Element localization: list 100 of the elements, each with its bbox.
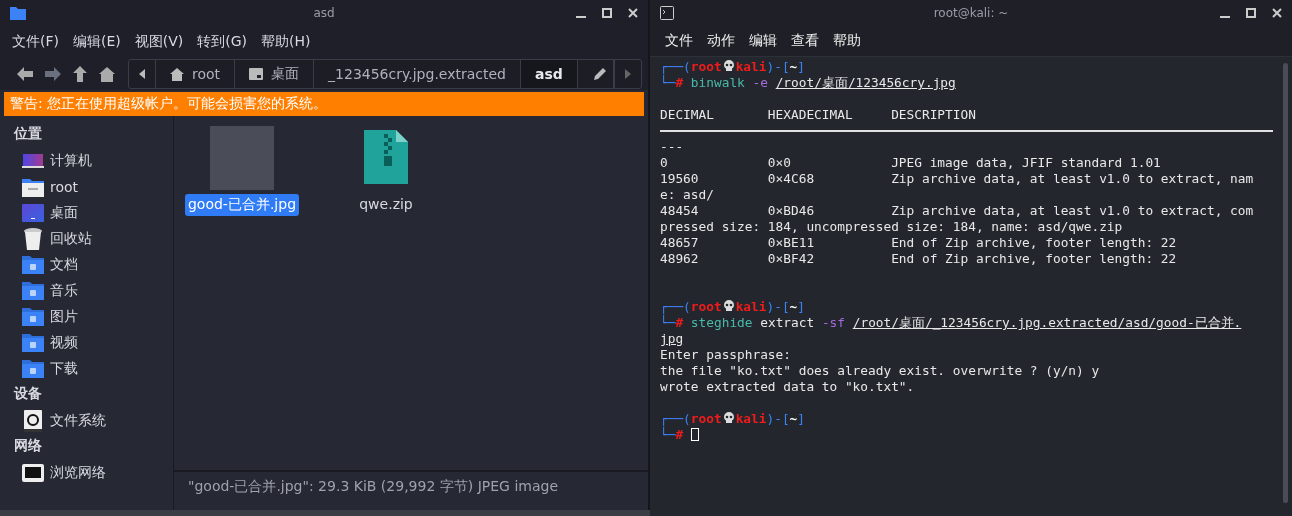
forward-arrow-icon[interactable] bbox=[44, 66, 62, 82]
prompt-frame: ] bbox=[797, 411, 806, 426]
file-item[interactable]: good-已合并.jpg bbox=[184, 126, 300, 216]
menu-item[interactable]: 编辑(E) bbox=[73, 33, 121, 51]
terminal-output: --- bbox=[660, 139, 684, 154]
prompt-frame: └─ bbox=[660, 75, 676, 90]
drive-icon bbox=[22, 410, 44, 432]
window-title: root@kali: ~ bbox=[933, 6, 1009, 20]
left-arrow-icon bbox=[139, 69, 145, 79]
folder-icon bbox=[22, 282, 44, 300]
command-argument: extract bbox=[760, 315, 815, 330]
maximize-icon[interactable] bbox=[1246, 8, 1256, 18]
menu-item[interactable]: 动作 bbox=[707, 32, 735, 50]
terminal-output: pressed size: 184, uncompressed size: 184, name: asd/qwe.zip bbox=[660, 219, 1123, 234]
file-item[interactable]: qwe.zip bbox=[328, 126, 444, 214]
right-arrow-icon bbox=[625, 69, 631, 79]
sidebar-item[interactable]: root bbox=[14, 174, 173, 200]
sidebar-item[interactable]: 浏览网络 bbox=[14, 460, 173, 486]
image-thumbnail bbox=[210, 126, 274, 190]
pencil-icon bbox=[593, 67, 607, 81]
menu-item[interactable]: 帮助(H) bbox=[261, 33, 311, 51]
warning-banner: 警告: 您正在使用超级帐户。可能会损害您的系统。 bbox=[4, 92, 644, 116]
computer-icon bbox=[22, 153, 44, 169]
sidebar-item[interactable]: 音乐 bbox=[14, 278, 173, 304]
menu-item[interactable]: 帮助 bbox=[833, 32, 861, 50]
file-name: good-已合并.jpg bbox=[184, 194, 300, 216]
sidebar-item[interactable]: 视频 bbox=[14, 330, 173, 356]
prompt-frame: )-[ bbox=[766, 299, 790, 314]
menu-item[interactable]: 文件 bbox=[665, 32, 693, 50]
prompt-frame: )-[ bbox=[766, 59, 790, 74]
prompt-host: kali bbox=[735, 59, 767, 74]
command-name: binwalk bbox=[690, 75, 745, 90]
prompt-host: kali bbox=[735, 299, 767, 314]
prompt-frame: ] bbox=[797, 59, 806, 74]
sidebar-heading: 网络 bbox=[14, 436, 43, 455]
desktop-icon bbox=[249, 68, 264, 80]
prompt-user: root bbox=[690, 411, 722, 426]
sidebar-item[interactable]: 回收站 bbox=[14, 226, 173, 252]
file-path: jpg bbox=[660, 331, 684, 346]
prompt-host: kali bbox=[735, 411, 767, 426]
home-icon[interactable] bbox=[98, 66, 116, 82]
prompt-user: root bbox=[690, 59, 722, 74]
terminal-output: wrote extracted data to "ko.txt". bbox=[660, 379, 915, 394]
prompt-frame: ┌──( bbox=[660, 299, 691, 314]
file-name: qwe.zip bbox=[358, 195, 414, 214]
maximize-icon[interactable] bbox=[602, 8, 612, 18]
command-option: -sf bbox=[821, 315, 845, 330]
skull-icon bbox=[722, 300, 735, 312]
menu-item[interactable]: 视图(V) bbox=[134, 33, 184, 51]
prompt-symbol: # bbox=[675, 75, 684, 90]
close-icon[interactable] bbox=[628, 8, 638, 18]
folder-icon bbox=[22, 256, 44, 274]
sidebar-item[interactable]: 下载 bbox=[14, 356, 173, 382]
prompt-user: root bbox=[690, 299, 722, 314]
menu-item[interactable]: 编辑 bbox=[749, 32, 777, 50]
menu-item[interactable]: 查看 bbox=[791, 32, 819, 50]
command-option: -e bbox=[752, 75, 768, 90]
scrollbar[interactable] bbox=[1283, 63, 1288, 503]
sidebar-heading: 设备 bbox=[14, 384, 43, 403]
terminal-output: 19560 0×4C68 Zip archive data, at least v1.0 to extract, nam bbox=[660, 171, 1254, 186]
folder-icon bbox=[10, 6, 26, 20]
up-arrow-icon[interactable] bbox=[72, 65, 88, 83]
prompt-directory: ~ bbox=[789, 411, 798, 426]
close-icon[interactable] bbox=[1272, 8, 1282, 18]
menu-item[interactable]: 转到(G) bbox=[197, 33, 248, 51]
command-name: steghide bbox=[690, 315, 753, 330]
folder-icon bbox=[22, 360, 44, 378]
home-icon bbox=[170, 67, 184, 81]
sidebar-heading: 位置 bbox=[14, 124, 43, 143]
network-icon bbox=[22, 464, 44, 482]
file-path: /root/桌面/_123456cry.jpg.extracted/asd/good-已合并. bbox=[852, 315, 1242, 330]
terminal-output: 48454 0×BD46 Zip archive data, at least v1.0 to extract, com bbox=[660, 203, 1254, 218]
path-button[interactable]: 桌面 bbox=[235, 60, 315, 88]
home-folder-icon bbox=[22, 177, 44, 197]
back-arrow-icon[interactable] bbox=[16, 66, 34, 82]
prompt-directory: ~ bbox=[789, 59, 798, 74]
file-path: /root/桌面/123456cry.jpg bbox=[775, 75, 956, 90]
sidebar-item[interactable]: 桌面 bbox=[14, 200, 173, 226]
sidebar-item[interactable]: 图片 bbox=[14, 304, 173, 330]
prompt-directory: ~ bbox=[789, 299, 798, 314]
sidebar-item[interactable]: 计算机 bbox=[14, 148, 173, 174]
prompt-frame: └─ bbox=[660, 427, 676, 442]
terminal-output: the file "ko.txt" does already exist. overwrite ? (y/n) y bbox=[660, 363, 1100, 378]
skull-icon bbox=[722, 412, 735, 424]
prompt-frame: )-[ bbox=[766, 411, 790, 426]
sidebar-item[interactable]: 文件系统 bbox=[14, 408, 173, 434]
path-button[interactable]: asd bbox=[521, 60, 578, 88]
status-bar: "good-已合并.jpg": 29.3 KiB (29,992 字节) JPEG image bbox=[174, 470, 648, 510]
folder-icon bbox=[22, 334, 44, 352]
terminal-output: 48657 0×BE11 End of Zip archive, footer length: 22 bbox=[660, 235, 1177, 250]
sidebar-item[interactable]: 文档 bbox=[14, 252, 173, 278]
prompt-frame: └─ bbox=[660, 315, 676, 330]
menu-item[interactable]: 文件(F) bbox=[12, 33, 59, 51]
desktop-icon bbox=[22, 204, 44, 222]
path-button[interactable]: root bbox=[156, 60, 236, 88]
terminal-output: 0 0×0 JPEG image data, JFIF standard 1.01 bbox=[660, 155, 1161, 170]
terminal-output: 48962 0×BF42 End of Zip archive, footer length: 22 bbox=[660, 251, 1177, 266]
skull-icon bbox=[722, 60, 735, 72]
trash-icon bbox=[22, 228, 44, 250]
terminal-icon bbox=[660, 6, 674, 20]
